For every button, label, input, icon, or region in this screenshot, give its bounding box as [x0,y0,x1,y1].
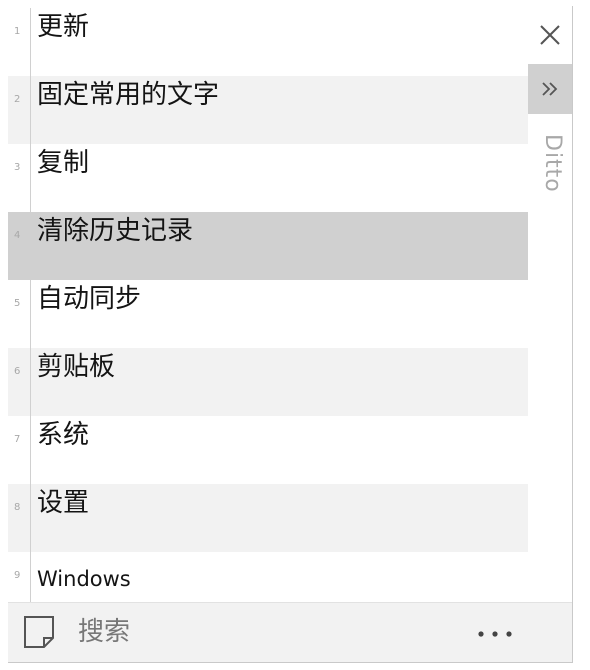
clip-text: Windows [37,567,131,591]
clip-index: 8 [14,502,21,513]
clip-row[interactable]: 4 清除历史记录 [8,212,528,280]
right-side-bar: Ditto [528,6,572,602]
clip-index: 6 [14,366,21,377]
clip-row[interactable]: 7 系统 [8,416,528,484]
app-title: Ditto [540,134,565,193]
clip-text: 剪贴板 [37,352,116,382]
footer-bar [8,602,572,662]
clip-index: 3 [14,162,21,173]
more-options-button[interactable] [470,620,520,648]
clip-row[interactable]: 2 固定常用的文字 [8,76,528,144]
footer-divider [8,602,572,603]
more-horizontal-icon [478,631,512,637]
clip-row[interactable]: 8 设置 [8,484,528,552]
index-divider [30,348,31,416]
clip-index: 2 [14,94,21,105]
clip-list: 1 更新 2 固定常用的文字 3 复制 4 清除历史记录 5 自动同步 6 剪贴板 7 系统 8 设置 9 Win… [8,6,528,620]
clip-text: 复制 [37,148,90,178]
clip-text: 固定常用的文字 [37,80,220,110]
search-input[interactable] [78,614,458,650]
note-icon[interactable] [22,614,56,650]
clip-index: 1 [14,26,21,37]
clip-text: 设置 [37,488,90,518]
clip-text: 清除历史记录 [37,216,194,246]
clip-index: 7 [14,434,21,445]
clip-row[interactable]: 3 复制 [8,144,528,212]
close-icon [540,25,560,45]
index-divider [30,416,31,484]
clip-row[interactable]: 1 更新 [8,8,528,76]
clip-text: 自动同步 [37,284,142,314]
index-divider [30,76,31,144]
ditto-window: 1 更新 2 固定常用的文字 3 复制 4 清除历史记录 5 自动同步 6 剪贴板 7 系统 8 设置 9 Win… [8,6,573,663]
close-button[interactable] [528,6,572,64]
index-divider [30,212,31,280]
clip-row[interactable]: 6 剪贴板 [8,348,528,416]
expand-button[interactable] [528,64,572,114]
clip-index: 4 [14,230,21,241]
index-divider [30,484,31,552]
clip-index: 9 [14,570,21,581]
index-divider [30,280,31,348]
index-divider [30,8,31,76]
index-divider [30,144,31,212]
double-chevron-right-icon [542,82,558,96]
clip-row[interactable]: 5 自动同步 [8,280,528,348]
clip-text: 系统 [37,420,90,450]
clip-index: 5 [14,298,21,309]
clip-text: 更新 [37,12,90,42]
